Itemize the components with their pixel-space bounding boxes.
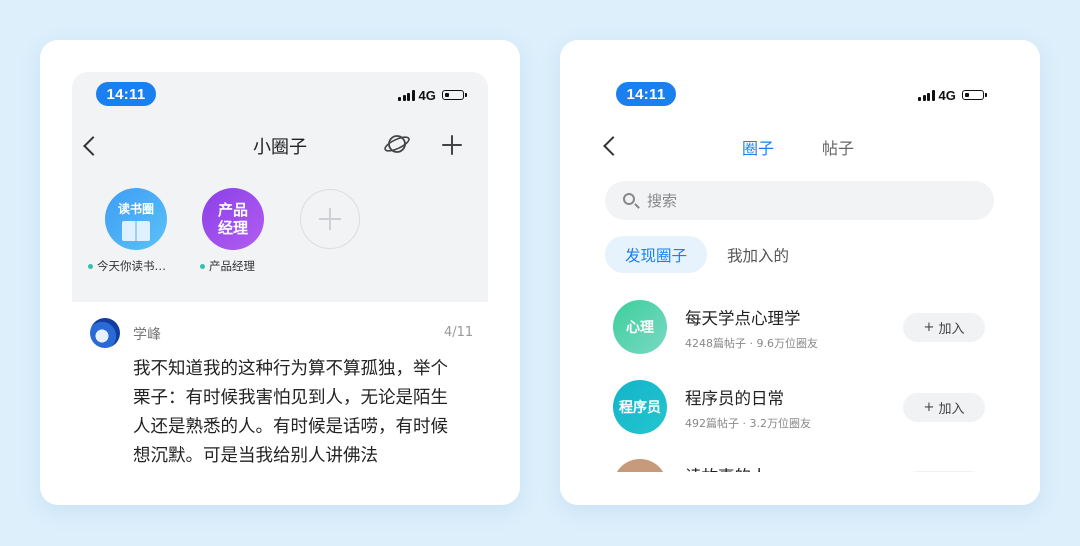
group-meta: 4248篇帖子 · 9.6万位圈友 bbox=[685, 337, 818, 350]
join-label: 加入 bbox=[938, 402, 965, 417]
network-label: 4G bbox=[418, 87, 436, 103]
avatar-text: 读书圈 bbox=[117, 201, 154, 216]
group-avatar-text: 心理 bbox=[626, 320, 654, 336]
list-clip bbox=[560, 472, 1040, 505]
signal-icon bbox=[918, 89, 935, 101]
left-phone-mockup: 14:11 4G 小圈子 读书圈 今天你读书… 产品经理 产品经理 学峰 4/1… bbox=[40, 40, 520, 505]
post-count: 4/11 bbox=[444, 325, 474, 340]
group-meta: 492篇帖子 · 3.2万位圈友 bbox=[685, 417, 811, 430]
group-name[interactable]: 每天学点心理学 bbox=[685, 305, 801, 329]
post-body[interactable]: 我不知道我的这种行为算不算孤独，举个栗子：有时候我害怕见到人，无论是陌生人还是熟… bbox=[133, 355, 463, 471]
online-dot bbox=[88, 263, 93, 269]
group-avatar[interactable]: 程序员 bbox=[613, 380, 667, 434]
back-icon[interactable] bbox=[603, 136, 623, 156]
group-avatar-text: 程序员 bbox=[619, 400, 661, 416]
circle-label-reading[interactable]: 今天你读书… bbox=[88, 258, 166, 274]
status-indicators: 4G bbox=[398, 87, 467, 103]
search-input[interactable] bbox=[647, 181, 967, 220]
battery-icon bbox=[961, 90, 987, 100]
circle-avatar-reading[interactable]: 读书圈 bbox=[105, 188, 167, 250]
subtab-discover[interactable]: 发现圈子 bbox=[605, 236, 707, 273]
join-label: 加入 bbox=[938, 322, 965, 337]
subtab-joined[interactable]: 我加入的 bbox=[718, 236, 798, 273]
planet-icon[interactable] bbox=[383, 132, 411, 156]
post-author[interactable]: 学峰 bbox=[133, 324, 161, 344]
network-label: 4G bbox=[938, 87, 956, 103]
tab-posts[interactable]: 帖子 bbox=[822, 135, 854, 159]
status-indicators: 4G bbox=[918, 87, 987, 103]
add-circle-button[interactable] bbox=[300, 189, 360, 249]
group-name[interactable]: 程序员的日常 bbox=[685, 385, 784, 409]
status-time: 14:11 bbox=[616, 82, 676, 106]
status-time: 14:11 bbox=[96, 82, 156, 106]
avatar-text: 产品经理 bbox=[217, 201, 248, 237]
circle-label-text: 产品经理 bbox=[209, 259, 255, 273]
plus-icon: + bbox=[923, 320, 935, 335]
circle-label-text: 今天你读书… bbox=[97, 259, 166, 273]
add-icon[interactable] bbox=[442, 135, 462, 155]
group-avatar[interactable]: 心理 bbox=[613, 300, 667, 354]
search-bar[interactable] bbox=[605, 181, 994, 220]
book-icon bbox=[122, 220, 150, 241]
battery-icon bbox=[441, 90, 467, 100]
join-button[interactable]: + 加入 bbox=[903, 393, 985, 422]
online-dot bbox=[200, 263, 205, 269]
circle-avatar-pm[interactable]: 产品经理 bbox=[202, 188, 264, 250]
tab-circles[interactable]: 圈子 bbox=[742, 135, 774, 159]
avatar[interactable] bbox=[90, 318, 120, 348]
right-phone-mockup: 14:11 4G 圈子 帖子 发现圈子 我加入的 心理 每天学点心理学 4248… bbox=[560, 40, 1040, 505]
join-button[interactable]: + 加入 bbox=[903, 313, 985, 342]
plus-icon: + bbox=[923, 400, 935, 415]
page-title: 小圈子 bbox=[253, 137, 307, 158]
circle-label-pm[interactable]: 产品经理 bbox=[200, 258, 255, 274]
search-icon bbox=[623, 193, 635, 205]
signal-icon bbox=[398, 89, 415, 101]
